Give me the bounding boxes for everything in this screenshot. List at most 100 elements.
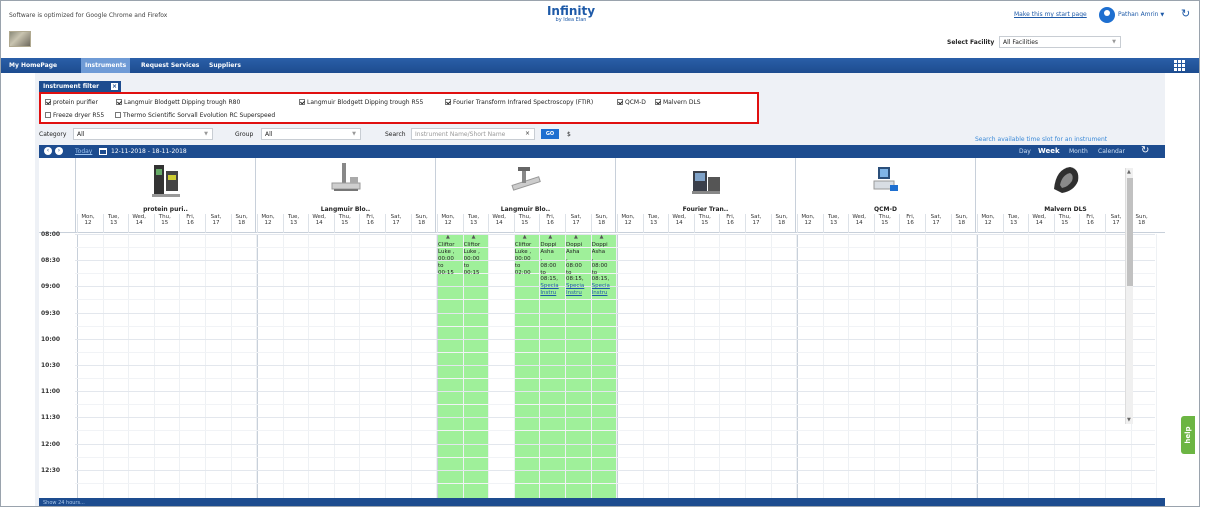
day-header: Thu, 15 — [513, 214, 535, 233]
day-date: 12 — [984, 220, 992, 227]
category-label: Category — [39, 131, 67, 138]
instrument-name[interactable]: Langmuir Blo.. — [256, 206, 435, 213]
booking-link[interactable]: Instru — [592, 290, 612, 297]
refresh-icon[interactable]: ↻ — [1181, 7, 1190, 20]
expand-caret-icon[interactable]: ▲ — [523, 234, 527, 240]
filter-checkbox-freeze-dryer[interactable]: Freeze dryer R55 — [45, 112, 104, 119]
page-scrollbar[interactable] — [1200, 0, 1210, 507]
scroll-up-icon[interactable]: ▲ — [1127, 169, 1131, 175]
instrument-search-input[interactable]: Instrument Name/Short Name × — [411, 128, 535, 140]
app-grid-icon[interactable] — [1174, 60, 1185, 71]
instrument-filter-header[interactable]: Instrument filter × — [39, 81, 121, 92]
tab-request-services[interactable]: Request Services — [137, 58, 203, 73]
user-avatar-icon[interactable] — [1099, 7, 1115, 23]
booking-link[interactable]: Instru — [566, 290, 586, 297]
expand-caret-icon[interactable]: ▲ — [446, 234, 450, 240]
filter-checkbox-langmuir-r80[interactable]: Langmuir Blodgett Dipping trough R80 — [116, 99, 240, 106]
qcm-d-image[interactable] — [870, 161, 902, 199]
today-link[interactable]: Today — [75, 148, 92, 155]
make-start-page-link[interactable]: Make this my start page — [1014, 11, 1087, 18]
day-header: Wed, 14 — [488, 214, 509, 233]
next-week-icon[interactable]: › — [55, 147, 63, 155]
clear-icon[interactable]: × — [525, 130, 530, 137]
tab-my-homepage[interactable]: My HomePage — [5, 58, 61, 73]
filter-checkbox-protein-purifier[interactable]: protein purifier — [45, 99, 98, 106]
user-menu[interactable]: Pathan Amrin ▼ — [1118, 11, 1164, 18]
scroll-thumb[interactable] — [1127, 178, 1133, 286]
time-slot-body: 08:00 08:30 09:00 09:30 10:00 10:30 11:00 11:30… — [39, 231, 1165, 498]
booking-text: 08:00 — [566, 262, 582, 269]
filter-checkbox-malvern-dls[interactable]: Malvern DLS — [655, 99, 701, 106]
ftir-image[interactable] — [690, 161, 722, 199]
day-header: Sun, 18 — [230, 214, 252, 233]
protein-purifier-image[interactable] — [150, 161, 182, 199]
week-schedule-grid: protein puri.. Mon, 12 Tue, 13 Wed, 14 Thu, 15 Fr… — [39, 158, 1165, 498]
booking-text: to — [566, 269, 572, 276]
view-day[interactable]: Day — [1019, 148, 1031, 155]
day-header: Sat, 17 — [385, 214, 406, 233]
grid-row-line — [75, 260, 1155, 262]
instrument-name[interactable]: QCM-D — [796, 206, 975, 213]
checkbox-checked-icon — [655, 99, 661, 105]
day-header: Mon, 12 — [617, 214, 638, 233]
instrument-name[interactable]: Langmuir Blo.. — [436, 206, 615, 213]
booking-entry[interactable]: Cliftor Luke , 00:00 to 02:00 — [515, 242, 535, 276]
calendar-icon[interactable] — [99, 148, 107, 155]
expand-caret-icon[interactable]: ▲ — [548, 234, 552, 240]
day-header: Fri, 16 — [1079, 214, 1100, 233]
expand-caret-icon[interactable]: ▲ — [574, 234, 578, 240]
booking-entry[interactable]: Cliftor Luke , 00:00 to 00:15 — [438, 242, 458, 276]
filter-label: Langmuir Blodgett Dipping trough R55 — [307, 99, 424, 106]
previous-week-icon[interactable]: ‹ — [44, 147, 52, 155]
booking-link[interactable]: Specia — [566, 283, 586, 290]
langmuir-trough-image[interactable] — [510, 161, 542, 199]
view-calendar[interactable]: Calendar — [1098, 148, 1125, 155]
close-icon[interactable]: × — [111, 83, 118, 90]
day-date: 18 — [598, 220, 606, 227]
go-button[interactable]: GO — [541, 129, 559, 139]
booking-entry[interactable]: Doppi Asha, 08:00 to 08:15, Specia Instru — [540, 242, 560, 297]
facility-select[interactable]: All Facilities ▼ — [999, 36, 1121, 48]
tab-instruments[interactable]: Instruments — [81, 58, 131, 73]
help-button[interactable]: help — [1181, 416, 1195, 454]
day-date: 14 — [675, 220, 683, 227]
instrument-name[interactable]: protein puri.. — [76, 206, 255, 213]
langmuir-trough-image[interactable] — [330, 161, 362, 199]
search-time-slot-link[interactable]: Search available time slot for an instru… — [975, 136, 1107, 143]
group-select[interactable]: All ▼ — [261, 128, 361, 140]
tab-suppliers[interactable]: Suppliers — [205, 58, 245, 73]
filter-checkbox-qcm-d[interactable]: QCM-D — [617, 99, 646, 106]
expand-caret-icon[interactable]: ▲ — [600, 234, 604, 240]
category-select[interactable]: All ▼ — [73, 128, 213, 140]
main-nav: My HomePage Instruments Request Services… — [1, 58, 1199, 73]
refresh-icon[interactable]: ↻ — [1141, 145, 1149, 156]
booking-link[interactable]: Instru — [540, 290, 560, 297]
instrument-name[interactable]: Fourier Tran.. — [616, 206, 795, 213]
booking-entry[interactable]: Doppi Asha, 08:00 to 08:15, Specia Instru — [566, 242, 586, 297]
brand-subtitle: by Idea Elan — [555, 17, 587, 23]
booking-entry[interactable]: Cliftor Luke , 00:00 to 00:15 — [464, 242, 484, 276]
filter-checkbox-ftir[interactable]: Fourier Transform Infrared Spectroscopy … — [445, 99, 593, 106]
view-week[interactable]: Week — [1038, 147, 1060, 155]
checkbox-checked-icon — [617, 99, 623, 105]
booking-text: Asha — [540, 248, 554, 255]
booking-link[interactable]: Specia — [592, 283, 612, 290]
scroll-down-icon[interactable]: ▼ — [1127, 417, 1131, 423]
booking-link[interactable]: Specia — [540, 283, 560, 290]
day-date: 15 — [881, 220, 889, 227]
filter-checkbox-langmuir-r55[interactable]: Langmuir Blodgett Dipping trough R55 — [299, 99, 423, 106]
booking-entry[interactable]: Doppi Asha, 08:00 to 08:15, Specia Instru — [592, 242, 612, 297]
day-date: 15 — [521, 220, 529, 227]
booking-text: Luke , — [438, 248, 455, 255]
grid-column-line — [1156, 234, 1158, 498]
malvern-dls-image[interactable] — [1050, 161, 1082, 199]
show-24-hours-link[interactable]: Show 24 hours... — [43, 500, 85, 506]
expand-caret-icon[interactable]: ▲ — [472, 234, 476, 240]
view-month[interactable]: Month — [1069, 148, 1088, 155]
filter-checkbox-sorvall[interactable]: Thermo Scientific Sorvall Evolution RC S… — [115, 112, 275, 119]
currency-toggle[interactable]: $ — [567, 131, 571, 138]
vertical-scrollbar[interactable]: ▲ ▼ — [1125, 168, 1133, 424]
checkbox-checked-icon — [116, 99, 122, 105]
day-header: Sat, 17 — [745, 214, 766, 233]
brand-logo[interactable]: Infinity by Idea Elan — [541, 5, 601, 23]
